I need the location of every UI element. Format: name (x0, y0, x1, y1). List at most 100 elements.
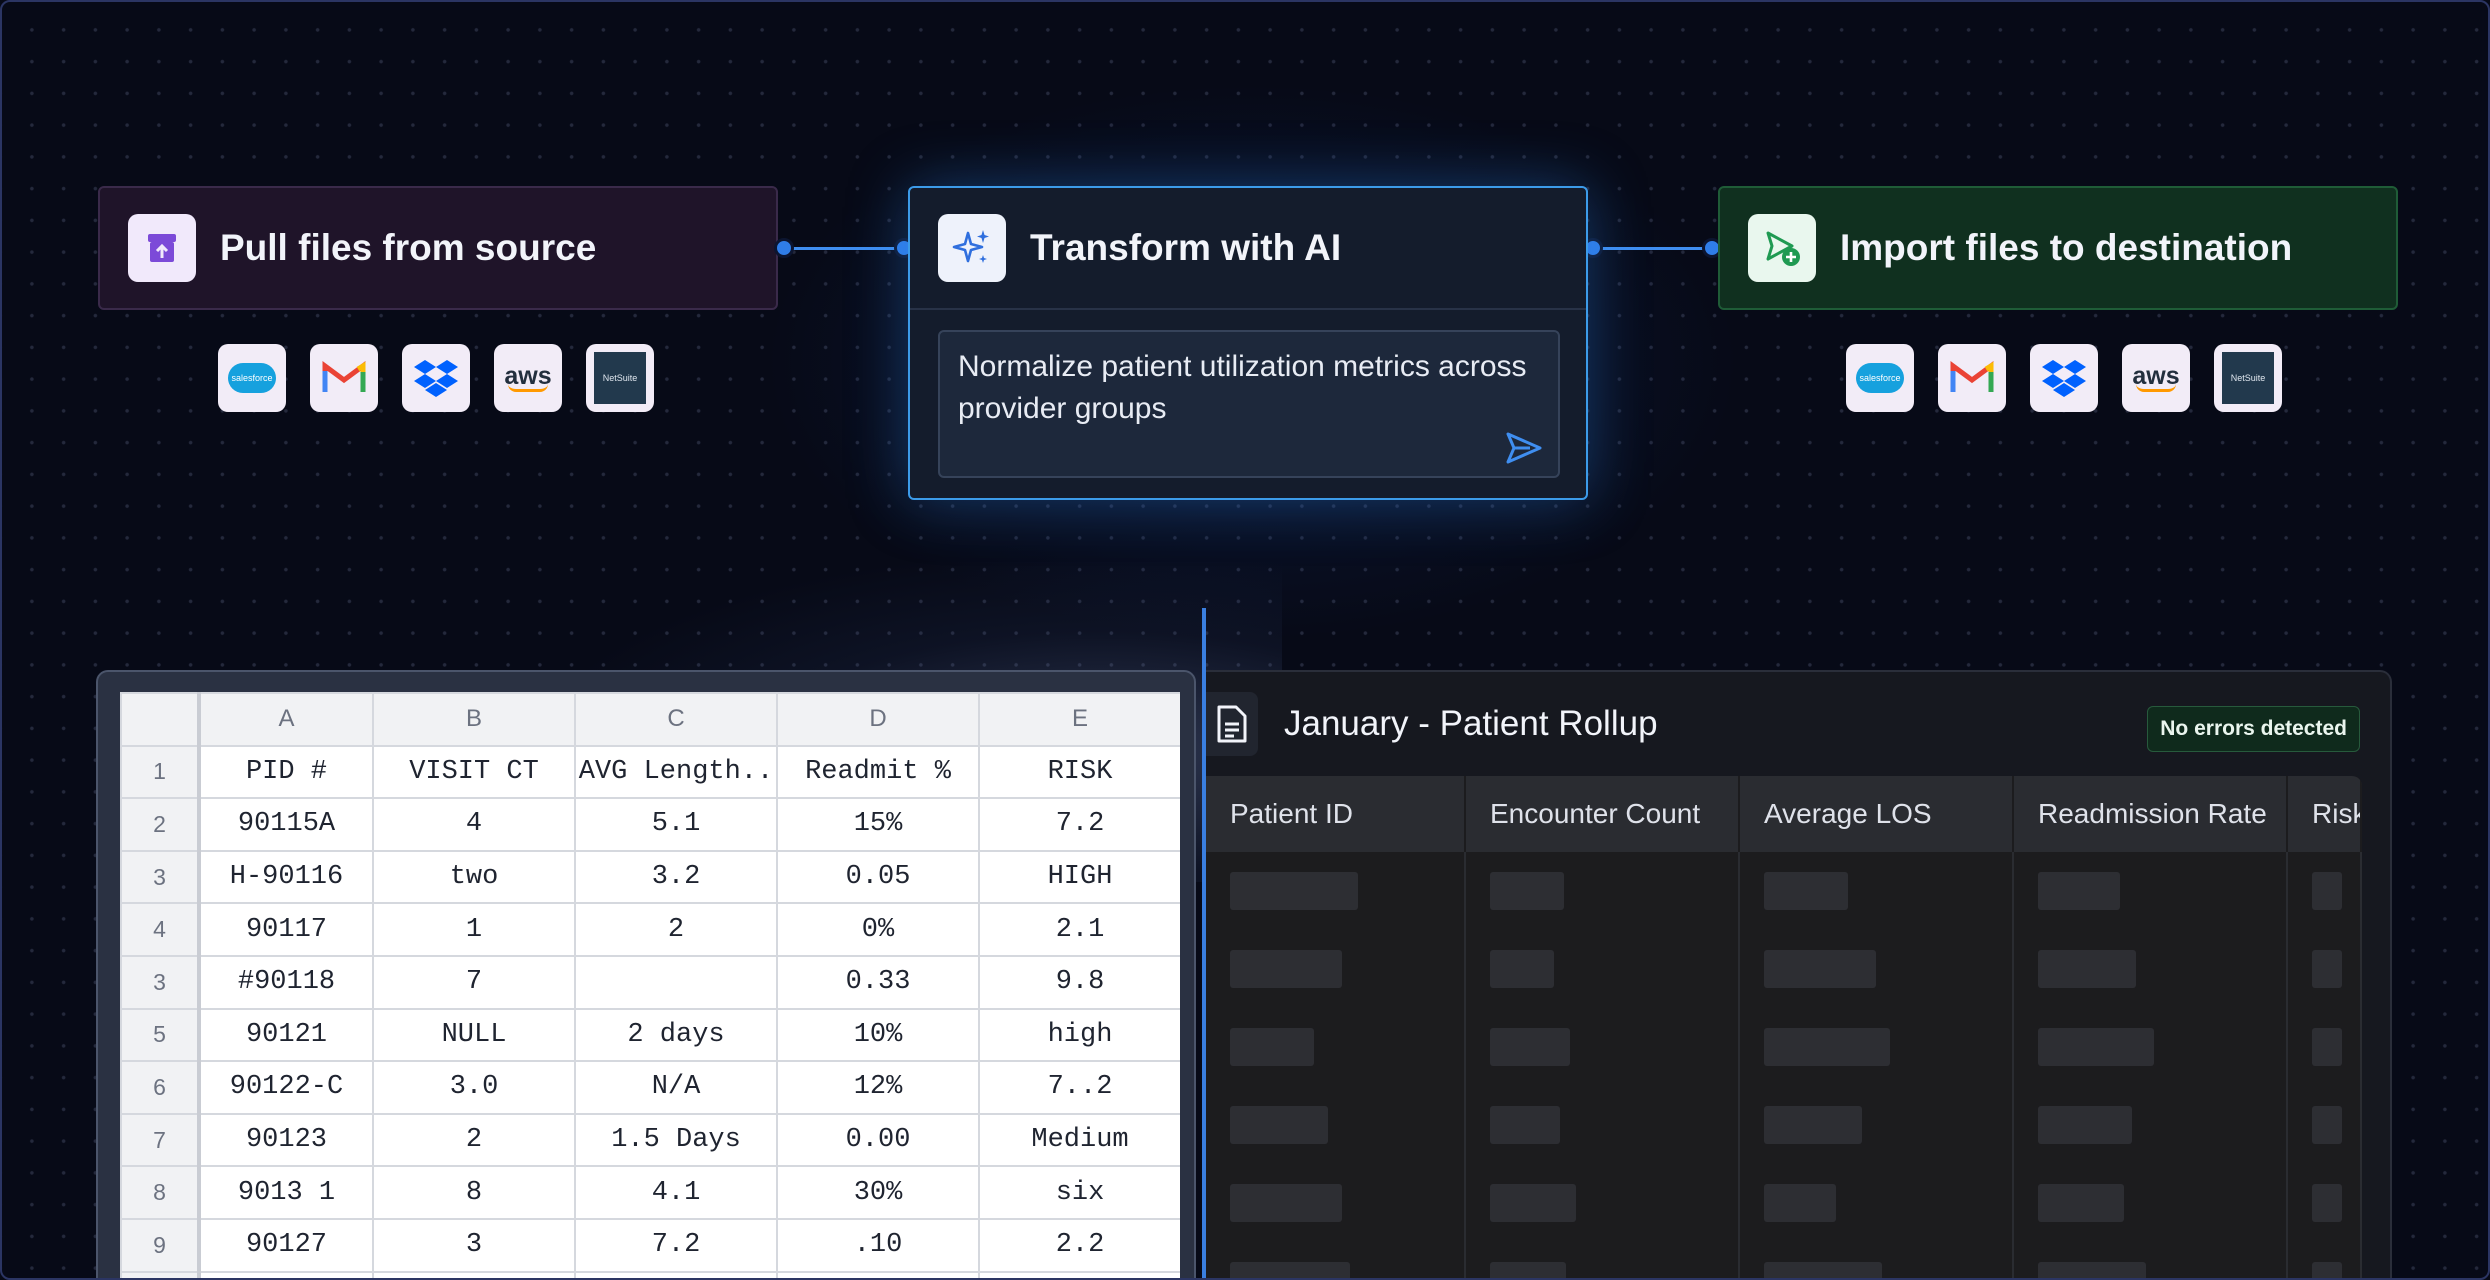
salesforce-logo[interactable]: salesforce (218, 344, 286, 412)
table-cell[interactable] (776, 1270, 980, 1278)
column-header[interactable]: Patient ID (1206, 776, 1466, 852)
table-cell[interactable]: 90115A (198, 797, 374, 852)
table-cell[interactable]: AVG Length.. (574, 744, 778, 800)
row-number[interactable]: 2 (120, 797, 201, 852)
row-number[interactable]: 4 (120, 902, 201, 957)
table-cell[interactable]: 8 (372, 1165, 576, 1220)
table-cell[interactable]: 4.1 (574, 1165, 778, 1220)
table-cell[interactable]: 90123 (198, 1112, 374, 1168)
row-number[interactable]: 3 (120, 954, 201, 1010)
source-node[interactable]: Pull files from source (98, 186, 778, 310)
table-cell[interactable]: 10% (776, 1007, 980, 1063)
table-cell[interactable]: NULL (372, 1007, 576, 1063)
table-cell[interactable]: six (978, 1165, 1180, 1220)
table-cell[interactable]: 2 (574, 902, 778, 957)
salesforce-logo[interactable]: salesforce (1846, 344, 1914, 412)
table-cell[interactable]: 90127 (198, 1217, 374, 1273)
table-cell[interactable]: 90121 (198, 1007, 374, 1063)
row-number[interactable]: 9 (120, 1217, 201, 1273)
column-header[interactable]: Risk (2288, 776, 2362, 852)
rollup-table[interactable]: Patient ID Encounter Count Average LOS R… (1206, 776, 2362, 1278)
table-cell[interactable] (574, 1270, 778, 1278)
destination-node[interactable]: Import files to destination (1718, 186, 2398, 310)
aws-logo[interactable]: aws (494, 344, 562, 412)
dropbox-logo[interactable] (2030, 344, 2098, 412)
table-cell[interactable]: 9013 1 (198, 1165, 374, 1220)
table-cell[interactable]: 0.00 (776, 1112, 980, 1168)
table-cell[interactable]: 0.05 (776, 849, 980, 905)
column-header[interactable]: C (574, 692, 778, 747)
table-cell[interactable]: 7 (372, 954, 576, 1010)
skeleton-cell (1740, 1242, 2014, 1278)
table-cell[interactable]: #90118 (198, 954, 374, 1010)
netsuite-logo[interactable]: NetSuite (2214, 344, 2282, 412)
table-cell[interactable]: H-90116 (198, 849, 374, 905)
table-cell[interactable]: 7.2 (574, 1217, 778, 1273)
row-number[interactable]: 1 (120, 744, 201, 800)
table-cell[interactable]: HIGH (978, 849, 1180, 905)
table-cell[interactable]: 7.2 (978, 797, 1180, 852)
row-number[interactable] (120, 1270, 201, 1278)
table-cell[interactable]: two (372, 849, 576, 905)
table-cell[interactable] (574, 954, 778, 1010)
table-cell[interactable]: Medium (978, 1112, 1180, 1168)
table-cell[interactable]: 2.2 (978, 1217, 1180, 1273)
table-cell[interactable]: 2.1 (978, 902, 1180, 957)
skeleton-cell (1740, 930, 2014, 1008)
skeleton-cell (2014, 1086, 2288, 1164)
column-header[interactable]: D (776, 692, 980, 747)
table-cell[interactable]: 3 (372, 1217, 576, 1273)
table-cell[interactable]: 3.0 (372, 1060, 576, 1115)
column-header[interactable]: Readmission Rate (2014, 776, 2288, 852)
table-cell[interactable]: N/A (574, 1060, 778, 1115)
table-cell[interactable]: 2 (372, 1112, 576, 1168)
loading-placeholder (2312, 1106, 2342, 1144)
table-cell[interactable]: 4 (372, 797, 576, 852)
table-cell[interactable]: 15% (776, 797, 980, 852)
column-header[interactable]: Average LOS (1740, 776, 2014, 852)
table-cell[interactable] (978, 1270, 1180, 1278)
table-cell[interactable] (372, 1270, 576, 1278)
send-icon[interactable] (1504, 430, 1544, 466)
row-number[interactable]: 3 (120, 849, 201, 905)
table-cell[interactable]: 2 days (574, 1007, 778, 1063)
table-cell[interactable]: 1 (372, 902, 576, 957)
table-cell[interactable]: high (978, 1007, 1180, 1063)
row-number[interactable]: 7 (120, 1112, 201, 1168)
ai-prompt-input[interactable]: Normalize patient utilization metrics ac… (938, 330, 1560, 478)
table-cell[interactable]: Readmit % (776, 744, 980, 800)
select-all-corner[interactable] (120, 692, 201, 747)
row-number[interactable]: 8 (120, 1165, 201, 1220)
table-cell[interactable]: PID # (198, 744, 374, 800)
table-cell[interactable]: 9.8 (978, 954, 1180, 1010)
table-cell[interactable]: 0.33 (776, 954, 980, 1010)
table-cell[interactable]: 90122-C (198, 1060, 374, 1115)
table-cell[interactable]: 3.2 (574, 849, 778, 905)
column-header[interactable]: E (978, 692, 1180, 747)
table-cell[interactable]: 0% (776, 902, 980, 957)
gmail-logo[interactable] (1938, 344, 2006, 412)
aws-logo[interactable]: aws (2122, 344, 2190, 412)
netsuite-logo[interactable]: NetSuite (586, 344, 654, 412)
table-cell[interactable]: 7..2 (978, 1060, 1180, 1115)
column-header[interactable]: B (372, 692, 576, 747)
table-cell[interactable]: 90117 (198, 902, 374, 957)
table-cell[interactable]: .10 (776, 1217, 980, 1273)
row-number[interactable]: 5 (120, 1007, 201, 1063)
table-cell[interactable] (198, 1270, 374, 1278)
table-cell[interactable]: 5.1 (574, 797, 778, 852)
column-header[interactable]: Encounter Count (1466, 776, 1740, 852)
table-cell[interactable]: VISIT CT (372, 744, 576, 800)
table-cell[interactable]: 30% (776, 1165, 980, 1220)
row-number[interactable]: 6 (120, 1060, 201, 1115)
transform-ai-node[interactable]: Transform with AI Normalize patient util… (908, 186, 1588, 500)
patient-rollup-panel: January - Patient Rollup No errors detec… (1206, 670, 2392, 1278)
table-cell[interactable]: RISK (978, 744, 1180, 800)
table-cell[interactable]: 12% (776, 1060, 980, 1115)
dropbox-logo[interactable] (402, 344, 470, 412)
column-header[interactable]: A (198, 692, 374, 747)
raw-spreadsheet[interactable]: A B C D E 1 PID # VISIT CT AVG Length.. Read… (120, 692, 1180, 1278)
source-output-port[interactable] (774, 238, 794, 258)
gmail-logo[interactable] (310, 344, 378, 412)
table-cell[interactable]: 1.5 Days (574, 1112, 778, 1168)
